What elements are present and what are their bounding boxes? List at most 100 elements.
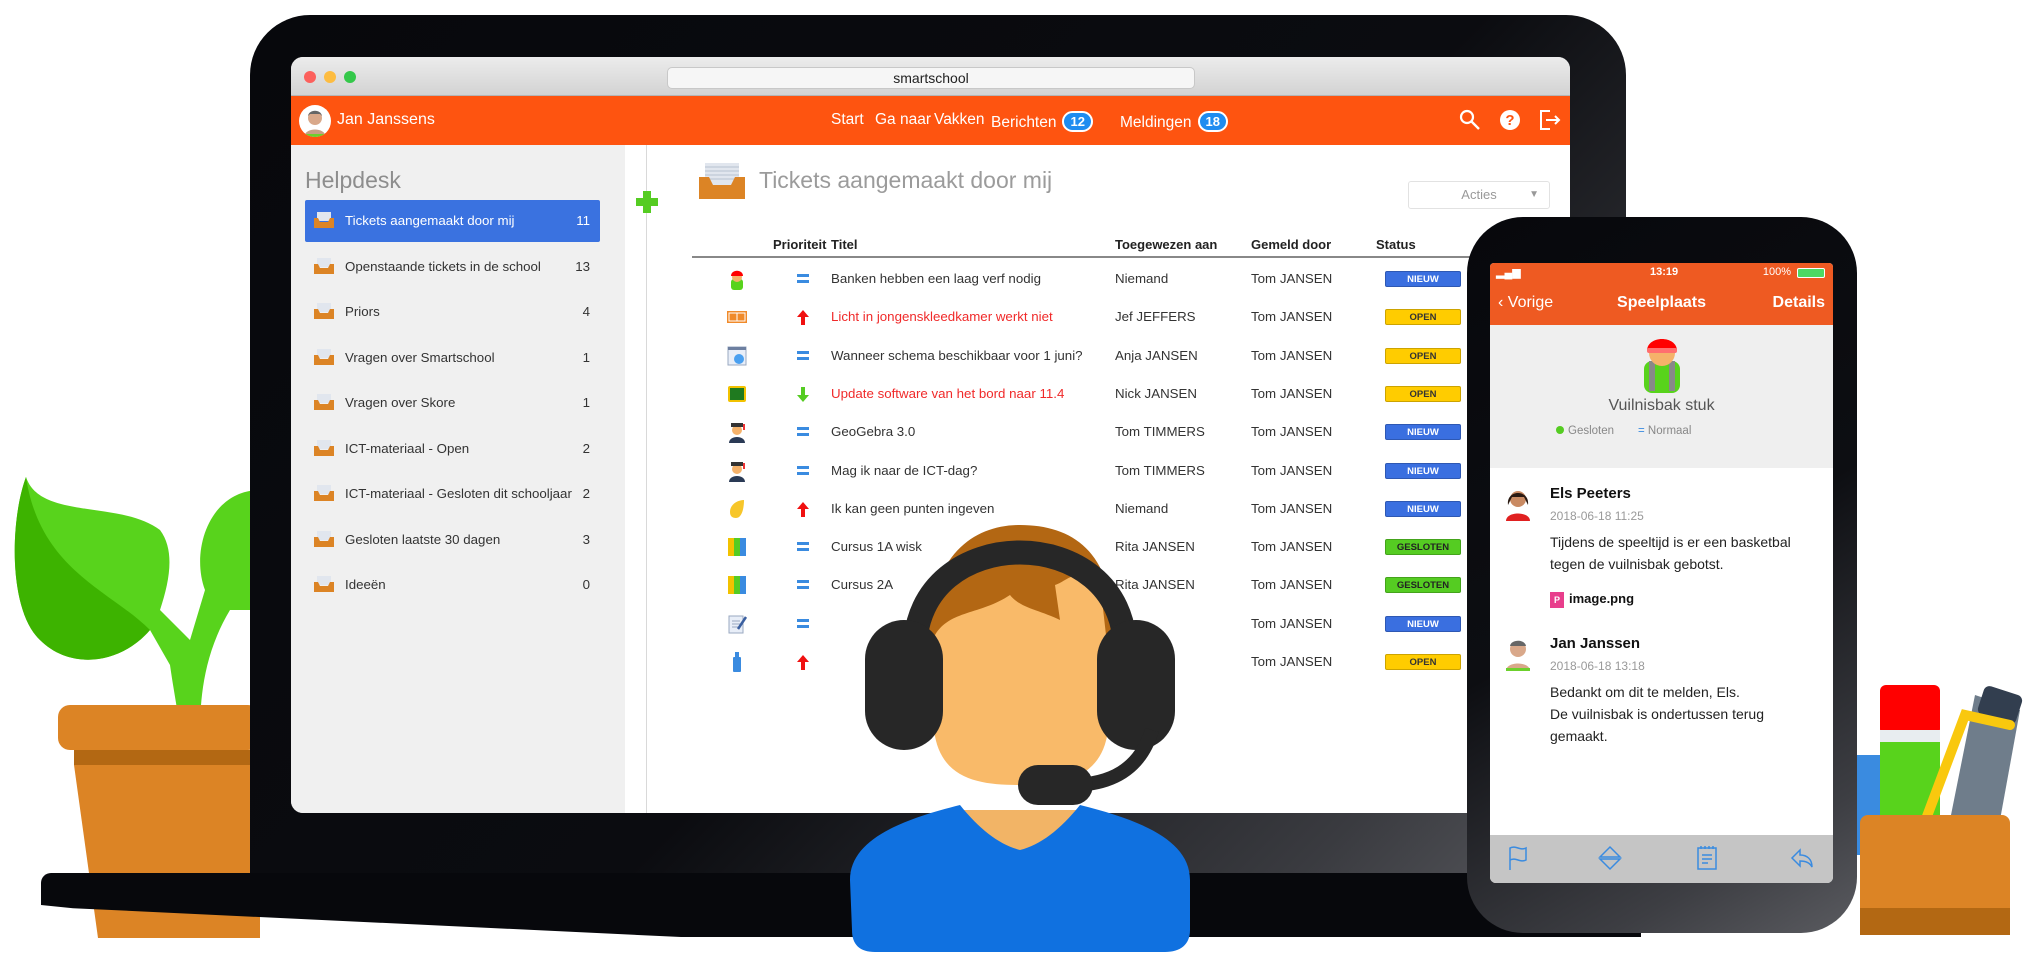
- help-icon[interactable]: ?: [1498, 108, 1522, 132]
- sidebar-item-label: Priors: [345, 304, 380, 319]
- expand-collapse-icon[interactable]: [1598, 845, 1622, 871]
- student-icon: [731, 270, 743, 290]
- table-row[interactable]: Licht in jongenskleedkamer werkt niet Jef…: [692, 298, 1552, 336]
- table-row[interactable]: Update software van het bord naar 11.4 Ni…: [692, 375, 1552, 413]
- tray-icon: [699, 163, 745, 199]
- sidebar-item[interactable]: Vragen over Skore 1: [305, 382, 600, 424]
- nav-vakken[interactable]: Vakken: [934, 111, 985, 129]
- nav-start[interactable]: Start: [831, 111, 864, 129]
- column-header-reporter[interactable]: Gemeld door: [1251, 237, 1331, 252]
- status-badge: OPEN: [1385, 309, 1461, 326]
- column-header-assigned[interactable]: Toegewezen aan: [1115, 237, 1217, 252]
- status-badge: NIEUW: [1385, 462, 1461, 479]
- reply-icon[interactable]: [1790, 845, 1814, 871]
- priority-normal-icon: [797, 580, 809, 590]
- ticket-title-link[interactable]: Wanneer schema beschikbaar voor 1 juni?: [831, 348, 1083, 363]
- table-row[interactable]: Banken hebben een laag verf nodig Niemand…: [692, 260, 1552, 298]
- attachment-name: image.png: [1569, 591, 1635, 606]
- sidebar-item[interactable]: Openstaande tickets in de school 13: [305, 246, 600, 288]
- priority-normal-icon: [797, 465, 809, 475]
- sidebar-item-label: Vragen over Skore: [345, 395, 456, 410]
- status-badge: NIEUW: [1385, 615, 1461, 632]
- column-header-priority[interactable]: Prioriteit: [773, 237, 826, 252]
- status-badge: GESLOTEN: [1385, 577, 1461, 594]
- ticket-assigned: Nick JANSEN: [1115, 385, 1198, 401]
- sidebar-item[interactable]: ICT-materiaal - Open 2: [305, 428, 600, 470]
- sidebar-item-label: Ideeën: [345, 577, 386, 592]
- status-badge: OPEN: [1385, 654, 1461, 670]
- nav-meldingen[interactable]: Meldingen 18: [1120, 111, 1228, 132]
- top-navigation-bar: Jan Janssens Start Ga naar Vakken Berich…: [291, 96, 1570, 145]
- table-row[interactable]: Wanneer schema beschikbaar voor 1 juni? A…: [692, 337, 1552, 375]
- priority-normal-icon: [797, 618, 809, 628]
- sidebar-item-count: 2: [582, 486, 590, 501]
- table-row[interactable]: GeoGebra 3.0 Tom TIMMERS Tom JANSEN NIEUW: [692, 413, 1552, 451]
- flag-icon[interactable]: [1506, 845, 1530, 871]
- ticket-assigned: Anja JANSEN: [1115, 347, 1198, 363]
- sidebar-item[interactable]: Ideeën 0: [305, 564, 600, 606]
- ticket-reporter: Tom JANSEN: [1251, 271, 1333, 286]
- nav-meldingen-label: Meldingen: [1120, 114, 1192, 131]
- priority-normal-icon: [797, 542, 809, 552]
- message-text: Bedankt om dit te melden, Els. De vuilni…: [1550, 684, 1765, 744]
- ticket-title-link[interactable]: Banken hebben een laag verf nodig: [831, 271, 1041, 286]
- maximize-window-button[interactable]: [344, 71, 356, 83]
- user-avatar[interactable]: [299, 105, 331, 137]
- phone-screen: ▂▄▆ 13:19 100% ‹ Vorige Speelplaats Deta…: [1490, 263, 1833, 883]
- ticket-reporter: Tom JANSEN: [1251, 309, 1333, 325]
- sidebar-item[interactable]: Gesloten laatste 30 dagen 3: [305, 519, 600, 561]
- search-icon[interactable]: [1458, 108, 1482, 132]
- student-avatar-icon: [1644, 339, 1680, 393]
- add-ticket-button[interactable]: [635, 190, 659, 214]
- user-name[interactable]: Jan Janssens: [337, 111, 435, 129]
- ticket-reporter: Tom JANSEN: [1251, 385, 1333, 401]
- sidebar-item-count: 11: [576, 213, 590, 228]
- battery-icon: [1797, 268, 1825, 278]
- ticket-reporter: Tom JANSEN: [1251, 424, 1333, 440]
- status-badge: OPEN: [1385, 347, 1461, 364]
- sidebar-item[interactable]: ICT-materiaal - Gesloten dit schooljaar 2: [305, 473, 600, 515]
- binders-icon: [728, 576, 746, 595]
- column-header-title[interactable]: Titel: [831, 237, 858, 252]
- priority-high-icon: [797, 655, 809, 670]
- priority-normal-icon: [797, 274, 809, 283]
- sidebar-item-label: Vragen over Smartschool: [345, 349, 495, 365]
- phone-nav-bar: ‹ Vorige Speelplaats Details: [1490, 283, 1833, 325]
- tray-icon: [314, 576, 334, 592]
- ticket-assigned: Niemand: [1115, 271, 1169, 286]
- court-icon: [727, 311, 747, 324]
- table-row[interactable]: Mag ik naar de ICT-dag? Tom TIMMERS Tom JA…: [692, 452, 1552, 490]
- notes-icon[interactable]: [1695, 845, 1719, 871]
- sidebar-item-label: Tickets aangemaakt door mij: [345, 213, 515, 228]
- ticket-assigned: Jef JEFFERS: [1115, 309, 1196, 325]
- details-button[interactable]: Details: [1773, 294, 1825, 312]
- close-window-button[interactable]: [304, 71, 316, 83]
- column-header-status[interactable]: Status: [1376, 237, 1416, 252]
- sidebar-item[interactable]: Vragen over Smartschool 1: [305, 337, 600, 379]
- nav-berichten[interactable]: Berichten 12: [991, 111, 1093, 132]
- ticket-title-link[interactable]: GeoGebra 3.0: [831, 424, 915, 439]
- actions-dropdown[interactable]: Acties ▼: [1408, 181, 1550, 209]
- browser-titlebar: smartschool: [291, 57, 1570, 96]
- tray-icon: [314, 348, 334, 365]
- ticket-title-link[interactable]: Update software van het bord naar 11.4: [831, 386, 1064, 401]
- berichten-count-badge: 12: [1062, 111, 1093, 132]
- ticket-reporter: Tom JANSEN: [1251, 462, 1333, 478]
- ticket-title-link[interactable]: Licht in jongenskleedkamer werkt niet: [831, 309, 1053, 324]
- sidebar-item[interactable]: Priors 4: [305, 291, 600, 333]
- nav-ga-naar[interactable]: Ga naar: [875, 111, 931, 129]
- ticket-title-link[interactable]: Mag ik naar de ICT-dag?: [831, 463, 977, 478]
- address-bar[interactable]: smartschool: [667, 67, 1195, 89]
- ticket-reporter: Tom JANSEN: [1251, 500, 1333, 516]
- attachment-link[interactable]: Pimage.png: [1550, 591, 1634, 608]
- logout-icon[interactable]: [1537, 108, 1561, 132]
- jan-janssen-avatar: [1506, 640, 1530, 671]
- ticket-status-label: Gesloten: [1568, 425, 1615, 437]
- svg-text:?: ?: [1505, 112, 1514, 129]
- message-time: 2018-06-18 11:25: [1550, 509, 1644, 523]
- signal-icon: ▂▄▆: [1496, 267, 1521, 279]
- binders-icon: [728, 538, 746, 557]
- minimize-window-button[interactable]: [324, 71, 336, 83]
- status-badge: NIEUW: [1385, 424, 1461, 441]
- sidebar-item[interactable]: Tickets aangemaakt door mij 11: [305, 200, 600, 242]
